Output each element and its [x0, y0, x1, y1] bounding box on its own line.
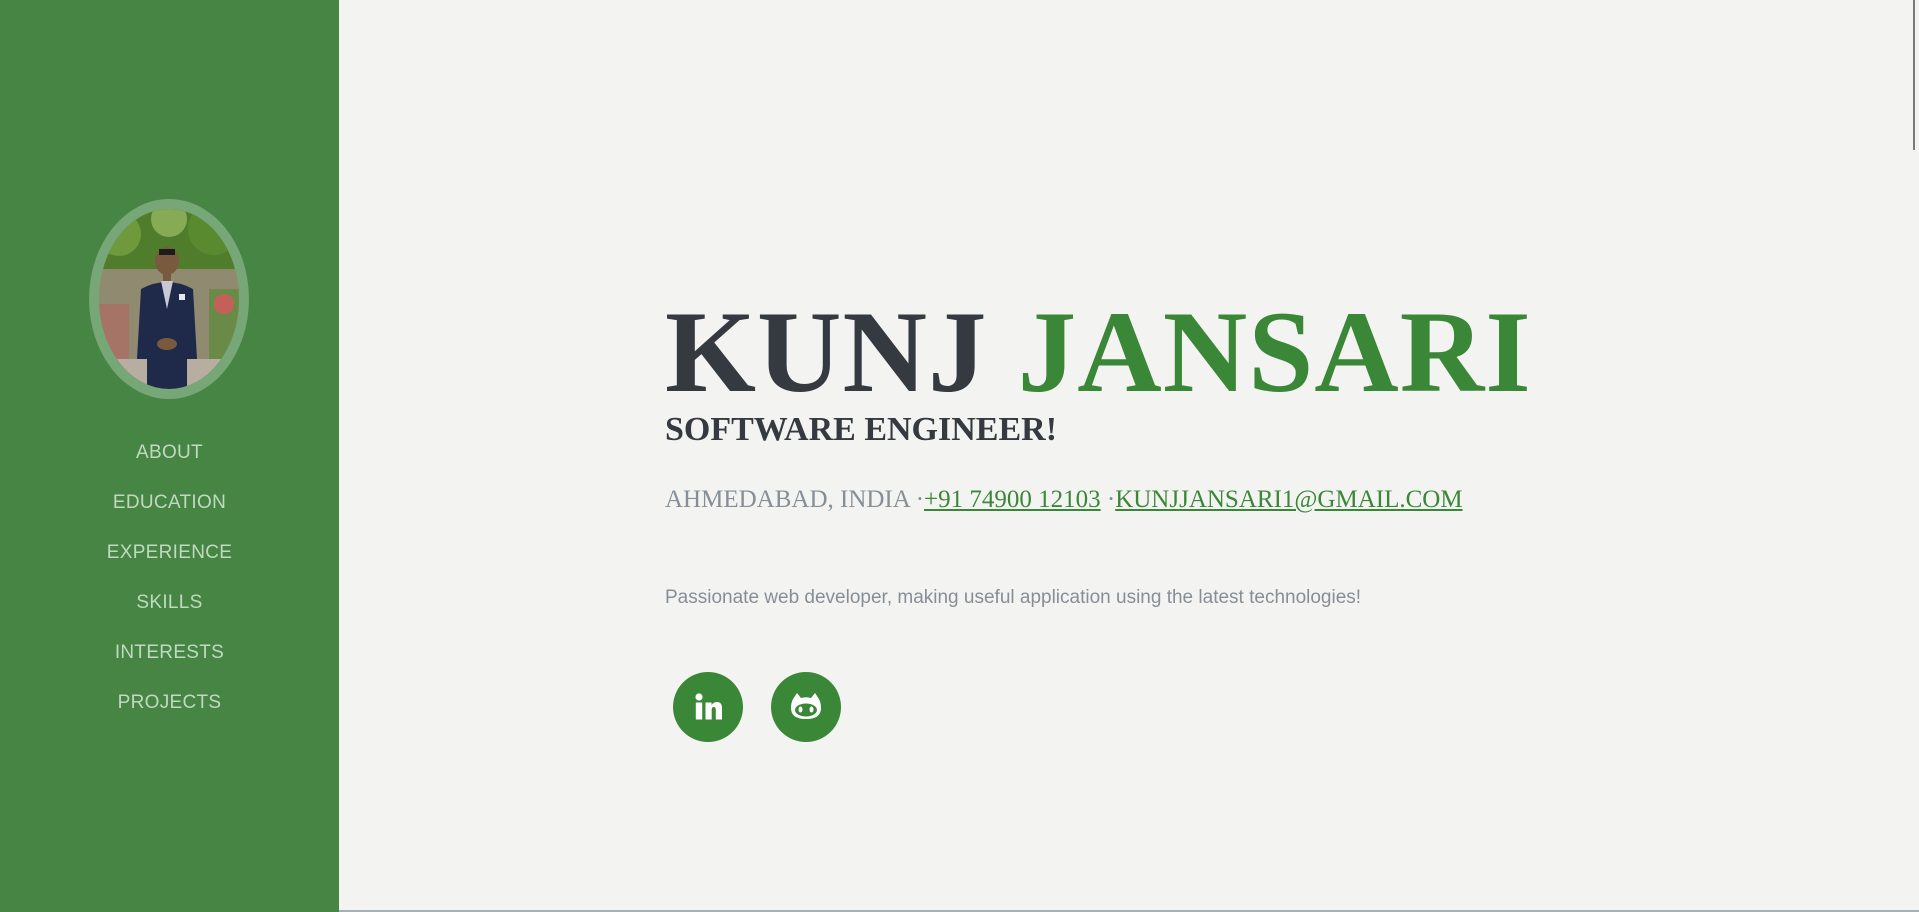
intro-text: Passionate web developer, making useful …	[665, 587, 1362, 608]
page-title: KUNJ JANSARI	[665, 294, 1532, 411]
last-name: JANSARI	[1017, 288, 1532, 417]
phone-link[interactable]: +91 74900 12103	[924, 486, 1101, 513]
separator: ·	[915, 486, 925, 513]
first-name: KUNJ	[665, 288, 988, 417]
nav-item-interests: INTERESTS	[0, 628, 339, 678]
separator: ·	[1106, 486, 1116, 513]
linkedin-button[interactable]	[673, 672, 743, 742]
linkedin-icon	[695, 693, 722, 720]
nav-item-education: EDUCATION	[0, 478, 339, 528]
page-scrollbar[interactable]	[1913, 0, 1919, 150]
nav-item-projects: PROJECTS	[0, 678, 339, 728]
nav-link-interests[interactable]: INTERESTS	[115, 642, 224, 664]
github-icon	[791, 693, 821, 719]
github-button[interactable]	[771, 672, 841, 742]
nav-item-skills: SKILLS	[0, 578, 339, 628]
job-title: SOFTWARE ENGINEER!	[665, 411, 1058, 448]
sidebar-nav: ABOUT EDUCATION EXPERIENCE SKILLS INTERE…	[0, 428, 339, 728]
nav-item-about: ABOUT	[0, 428, 339, 478]
nav-link-skills[interactable]: SKILLS	[136, 592, 202, 614]
avatar	[99, 209, 239, 389]
nav-link-education[interactable]: EDUCATION	[113, 492, 226, 514]
profile-photo	[99, 209, 239, 389]
avatar-frame	[89, 199, 249, 399]
email-link[interactable]: KUNJJANSARI1@GMAIL.COM	[1115, 486, 1462, 513]
nav-link-experience[interactable]: EXPERIENCE	[107, 542, 232, 564]
nav-link-projects[interactable]: PROJECTS	[118, 692, 222, 714]
nav-item-experience: EXPERIENCE	[0, 528, 339, 578]
sidebar: ABOUT EDUCATION EXPERIENCE SKILLS INTERE…	[0, 0, 339, 912]
location: AHMEDABAD, INDIA	[665, 486, 910, 513]
contact-line: AHMEDABAD, INDIA ·+91 74900 12103 ·KUNJJ…	[665, 486, 1463, 514]
social-icons	[673, 672, 841, 742]
nav-link-about[interactable]: ABOUT	[136, 442, 203, 464]
